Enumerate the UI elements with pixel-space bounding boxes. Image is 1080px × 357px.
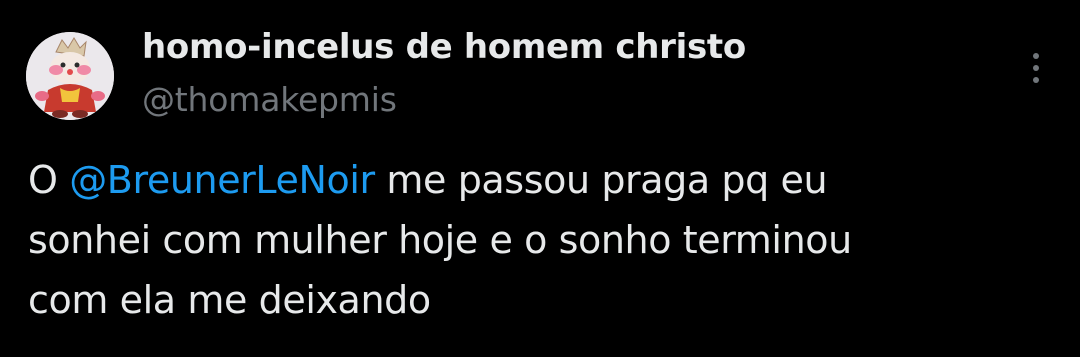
- tweet-text-line-1: O @BreunerLeNoir me passou praga pq eu: [28, 150, 1048, 210]
- tweet-text-line-2: sonhei com mulher hoje e o sonho termino…: [28, 218, 852, 262]
- author-handle[interactable]: @thomakepmis: [142, 80, 397, 120]
- tweet: homo-incelus de homem christo @thomakepm…: [0, 0, 1080, 357]
- tweet-text-prefix: O: [28, 158, 70, 202]
- more-dot: [1033, 77, 1039, 83]
- avatar[interactable]: [26, 32, 114, 120]
- mention-link[interactable]: @BreunerLeNoir: [69, 158, 375, 202]
- more-dot: [1033, 53, 1039, 59]
- more-dot: [1033, 65, 1039, 71]
- more-options-icon[interactable]: [1018, 46, 1054, 90]
- tweet-text: O @BreunerLeNoir me passou praga pq eu s…: [28, 150, 1048, 330]
- tweet-text-suffix: me passou praga pq eu: [374, 158, 828, 202]
- tweet-text-line-3: com ela me deixando: [28, 278, 431, 322]
- clown-figure-avatar-icon: [26, 32, 114, 120]
- author-display-name[interactable]: homo-incelus de homem christo: [142, 27, 746, 67]
